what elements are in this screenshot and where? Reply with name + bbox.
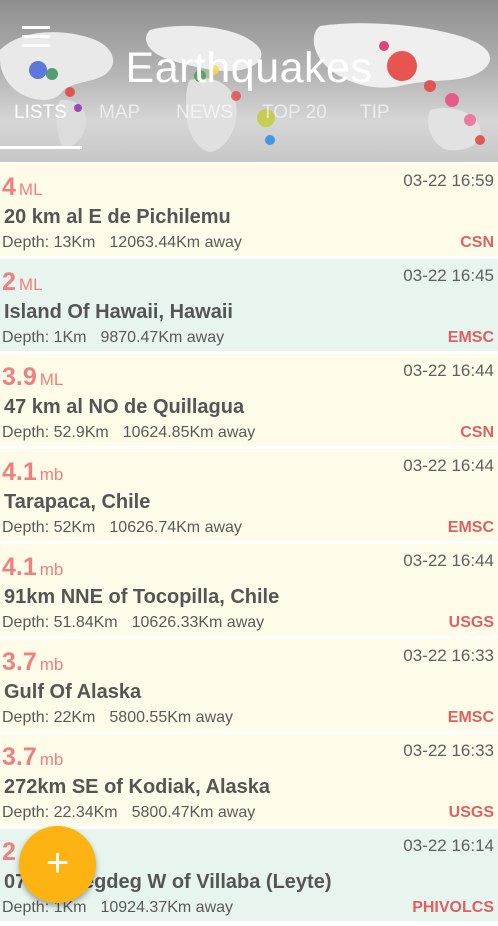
earthquake-list-item[interactable]: 2 ML 03-22 16:45 Island Of Hawaii, Hawaii… [0,259,498,351]
tab-map[interactable]: MAP [99,102,140,124]
tab-bar: LISTS MAP NEWS TOP 20 TIP [0,102,498,126]
active-tab-indicator [0,146,82,149]
page-title: Earthquakes [125,44,373,92]
event-distance: 9870.47Km away [100,329,225,346]
magnitude-unit: ML [18,180,43,199]
tab-news[interactable]: NEWS [176,102,233,124]
magnitude: 4 ML [2,173,43,201]
event-time: 03-22 16:33 [403,741,494,760]
event-location: Tarapaca, Chile [4,491,151,513]
tab-lists[interactable]: LISTS [14,102,67,124]
earthquake-list-item[interactable]: 3.7 mb 03-22 16:33 Gulf Of Alaska Depth: … [0,639,498,731]
event-location: 20 km al E de Pichilemu [4,206,231,228]
magnitude: 3.7 mb [2,743,64,771]
event-distance: 5800.47Km away [131,804,256,821]
event-source: USGS [448,804,494,821]
event-depth: Depth: 1Km [2,899,87,916]
event-source: CSN [460,234,494,251]
event-details: Depth: 51.84Km 10626.33Km away [2,614,264,632]
add-button[interactable]: + [19,826,96,903]
event-details: Depth: 1Km 10924.37Km away [2,899,233,917]
magnitude-unit: ML [18,275,43,294]
event-source: PHIVOLCS [412,899,494,916]
magnitude: 4.1 mb [2,553,64,581]
earthquake-list-item[interactable]: 3.9 ML 03-22 16:44 47 km al NO de Quillag… [0,354,498,446]
event-source: EMSC [447,329,494,346]
event-depth: Depth: 22Km [2,709,96,726]
app-header: Earthquakes LISTS MAP NEWS TOP 20 TIP [0,0,498,162]
event-source: EMSC [447,519,494,536]
earthquake-list-item[interactable]: 4.1 mb 03-22 16:44 Tarapaca, Chile Depth:… [0,449,498,541]
event-depth: Depth: 52.9Km [2,424,109,441]
event-source: EMSC [447,709,494,726]
event-source: USGS [448,614,494,631]
event-location: 47 km al NO de Quillagua [4,396,245,418]
magnitude-unit: mb [39,750,64,769]
event-distance: 12063.44Km away [109,234,242,251]
magnitude-unit: mb [39,560,64,579]
earthquake-list-item[interactable]: 4.1 mb 03-22 16:44 91km NNE of Tocopilla,… [0,544,498,636]
event-distance: 10924.37Km away [100,899,234,916]
magnitude-unit: mb [39,465,64,484]
event-time: 03-22 16:45 [403,266,494,285]
event-details: Depth: 52Km 10626.74Km away [2,519,242,537]
event-details: Depth: 22Km 5800.55Km away [2,709,233,727]
event-depth: Depth: 22.34Km [2,804,118,821]
magnitude: 4.1 mb [2,458,64,486]
magnitude-unit: mb [39,655,64,674]
event-source: CSN [460,424,494,441]
tab-top-20[interactable]: TOP 20 [262,102,327,124]
tab-tip[interactable]: TIP [360,102,390,124]
event-location: 91km NNE of Tocopilla, Chile [4,586,280,608]
magnitude: 2 ML [2,268,43,296]
event-time: 03-22 16:44 [403,456,494,475]
earthquake-list: 4 ML 03-22 16:59 20 km al E de Pichilemu … [0,164,498,924]
event-time: 03-22 16:59 [403,171,494,190]
event-details: Depth: 52.9Km 10624.85Km away [2,424,255,442]
event-time: 03-22 16:33 [403,646,494,665]
event-location: Gulf Of Alaska [4,681,142,703]
magnitude: 3.7 mb [2,648,64,676]
event-details: Depth: 13Km 12063.44Km away [2,234,242,252]
event-depth: Depth: 52Km [2,519,96,536]
event-details: Depth: 22.34Km 5800.47Km away [2,804,255,822]
event-time: 03-22 16:44 [403,361,494,380]
event-distance: 5800.55Km away [109,709,234,726]
event-distance: 10626.74Km away [109,519,242,536]
magnitude: 3.9 ML [2,363,64,391]
event-time: 03-22 16:44 [403,551,494,570]
event-depth: Depth: 51.84Km [2,614,118,631]
event-time: 03-22 16:14 [403,836,494,855]
event-location: Island Of Hawaii, Hawaii [4,301,233,323]
magnitude-unit: ML [39,370,64,389]
magnitude: 2 [2,838,16,866]
event-distance: 10624.85Km away [122,424,256,441]
event-depth: Depth: 13Km [2,234,96,251]
event-details: Depth: 1Km 9870.47Km away [2,329,224,347]
earthquake-list-item[interactable]: 4 ML 03-22 16:59 20 km al E de Pichilemu … [0,164,498,256]
event-location: 272km SE of Kodiak, Alaska [4,776,271,798]
event-depth: Depth: 1Km [2,329,87,346]
event-distance: 10626.33Km away [131,614,265,631]
earthquake-list-item[interactable]: 3.7 mb 03-22 16:33 272km SE of Kodiak, Al… [0,734,498,826]
